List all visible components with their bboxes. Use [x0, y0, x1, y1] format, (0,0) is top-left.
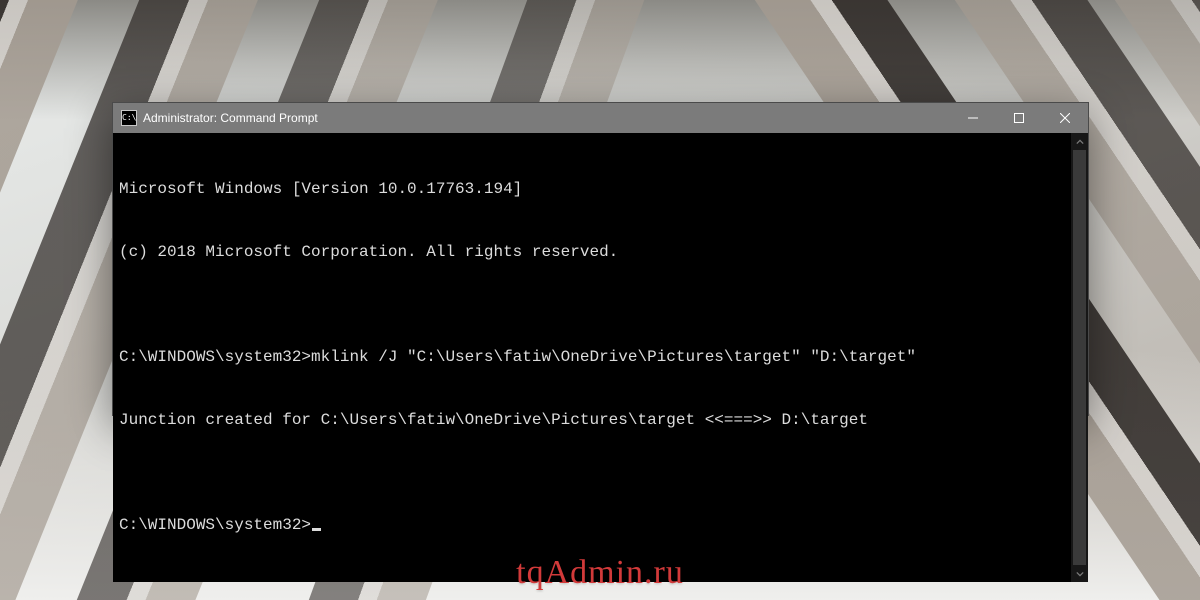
minimize-button[interactable]	[950, 103, 996, 133]
close-icon	[1060, 113, 1070, 123]
scrollbar[interactable]	[1071, 133, 1088, 582]
terminal-prompt: C:\WINDOWS\system32>	[119, 516, 311, 534]
window-title: Administrator: Command Prompt	[143, 111, 318, 125]
desktop-background: C:\ Administrator: Command Prompt Micros…	[0, 0, 1200, 600]
terminal-line: Junction created for C:\Users\fatiw\OneD…	[119, 410, 1065, 431]
scrollbar-thumb[interactable]	[1073, 150, 1086, 565]
chevron-up-icon	[1076, 138, 1084, 146]
maximize-button[interactable]	[996, 103, 1042, 133]
cmd-icon: C:\	[121, 110, 137, 126]
titlebar[interactable]: C:\ Administrator: Command Prompt	[113, 103, 1088, 133]
scrollbar-track[interactable]	[1071, 150, 1088, 565]
command-prompt-window: C:\ Administrator: Command Prompt Micros…	[112, 102, 1089, 416]
terminal-line: (c) 2018 Microsoft Corporation. All righ…	[119, 242, 1065, 263]
terminal-line: Microsoft Windows [Version 10.0.17763.19…	[119, 179, 1065, 200]
scroll-up-button[interactable]	[1071, 133, 1088, 150]
cursor	[312, 528, 321, 531]
minimize-icon	[968, 113, 978, 123]
chevron-down-icon	[1076, 570, 1084, 578]
maximize-icon	[1014, 113, 1024, 123]
scroll-down-button[interactable]	[1071, 565, 1088, 582]
terminal-output[interactable]: Microsoft Windows [Version 10.0.17763.19…	[113, 133, 1071, 582]
terminal-prompt-line: C:\WINDOWS\system32>	[119, 515, 1065, 536]
close-button[interactable]	[1042, 103, 1088, 133]
terminal-line: C:\WINDOWS\system32>mklink /J "C:\Users\…	[119, 347, 1065, 368]
